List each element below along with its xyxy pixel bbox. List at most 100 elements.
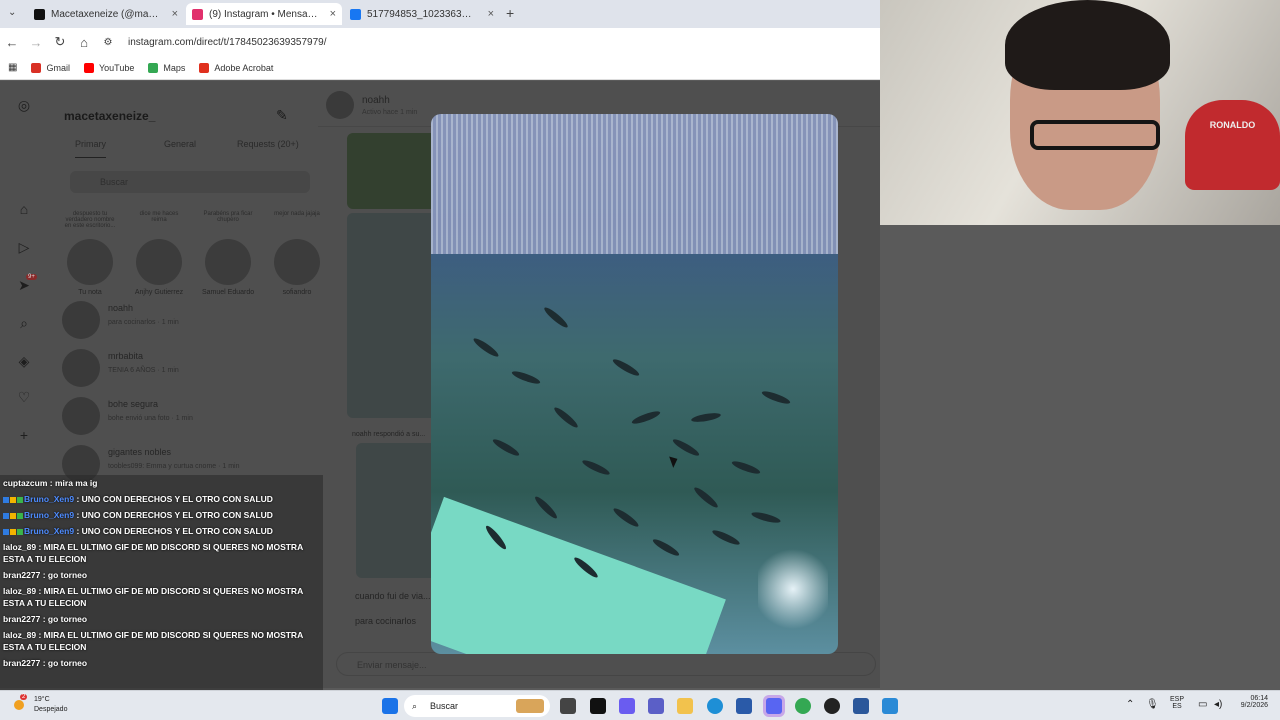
file-explorer-icon[interactable] (677, 698, 693, 714)
clock-time: 06:14 (1250, 695, 1268, 702)
bookmark-item[interactable]: Adobe Acrobat (199, 62, 274, 73)
tab-close-icon[interactable]: × (482, 8, 494, 20)
browser-tab-bar: ⌄ Macetaxeneize (@macetaxenei...×(9) Ins… (0, 0, 880, 28)
chat-message: UNO CON DERECHOS Y EL OTRO CON SALUD (81, 494, 273, 504)
inbox-search-input[interactable]: Buscar (70, 171, 310, 193)
shared-image[interactable] (347, 213, 437, 418)
url-field[interactable]: instagram.com/direct/t/17845023639357979… (128, 37, 326, 48)
search-icon[interactable]: ⌕ (16, 315, 32, 331)
new-tab-button[interactable]: + (506, 5, 514, 21)
note-text: dice me haces reirna (139, 211, 179, 223)
stream-chat-line: laloz_89 : MIRA EL ULTIMO GIF DE MD DISC… (3, 542, 303, 564)
fish (510, 369, 542, 386)
microphone-icon[interactable]: 🎙 (1146, 699, 1159, 710)
discord-icon[interactable] (766, 698, 782, 714)
home-button[interactable]: ⌂ (72, 35, 96, 50)
chat-message: UNO CON DERECHOS Y EL OTRO CON SALUD (81, 526, 273, 536)
note-item[interactable]: dice me haces reirna Anjhy Gutierrez (133, 211, 185, 296)
note-item[interactable]: despuesto tu verdadero nombre en este es… (64, 211, 116, 296)
pool-edge (431, 496, 726, 654)
heart-icon[interactable]: ♡ (16, 389, 32, 405)
note-text: mejor nada jajaja (274, 211, 320, 217)
note-text: despuesto tu verdadero nombre en este es… (64, 211, 116, 229)
app-icon[interactable] (882, 698, 898, 714)
bookmark-item[interactable]: Gmail (31, 62, 70, 73)
tab-close-icon[interactable]: × (324, 8, 336, 20)
tab-close-icon[interactable]: × (166, 8, 178, 20)
note-item[interactable]: Parabéns pra ficar chupero Samuel Eduardo (202, 211, 254, 296)
note-text: Parabéns pra ficar chupero (203, 211, 253, 223)
conversation-item[interactable]: bohe segura bohe envió una foto · 1 min (62, 393, 302, 439)
capcut-icon[interactable] (590, 698, 606, 714)
story-avatar (136, 239, 182, 285)
bookmark-item[interactable]: YouTube (83, 62, 134, 73)
conversation-name: gigantes nobles (108, 447, 172, 457)
bookmark-label: Adobe Acrobat (214, 62, 274, 73)
tab-general[interactable]: General (164, 139, 196, 149)
message-input[interactable]: Enviar mensaje... (336, 652, 876, 676)
chat-badge-icon (3, 496, 9, 503)
note-item[interactable]: mejor nada jajaja sofiandro (271, 211, 323, 296)
shared-image[interactable] (356, 443, 436, 578)
site-info-icon[interactable]: ⚙ (96, 37, 120, 48)
clock-date: 9/2/2026 (1240, 702, 1268, 709)
word-icon[interactable] (853, 698, 869, 714)
network-icon[interactable]: ▭ (1198, 699, 1207, 710)
browser-tab[interactable]: 517794853_1023363785814831... × (344, 3, 500, 25)
story-name: Samuel Eduardo (202, 289, 255, 296)
reels-icon[interactable]: ▷ (16, 239, 32, 255)
windows-start-icon[interactable] (382, 698, 398, 714)
bookmark-item[interactable]: Maps (148, 62, 186, 73)
tray-chevron-icon[interactable]: ⌃ (1126, 699, 1134, 710)
reload-button[interactable]: ↻ (48, 34, 72, 50)
browser-tab[interactable]: Macetaxeneize (@macetaxenei... × (28, 3, 184, 25)
language-indicator[interactable]: ESP ES (1170, 696, 1184, 710)
store-icon[interactable] (736, 698, 752, 714)
story-name: sofiandro (282, 289, 312, 296)
clock[interactable]: 06:14 9/2/2026 (1236, 695, 1268, 709)
red-cap: RONALDO (1185, 100, 1280, 190)
obs-icon[interactable] (824, 698, 840, 714)
back-button[interactable]: ← (0, 35, 24, 50)
apps-icon[interactable]: ▦ (8, 62, 17, 73)
conversation-item[interactable]: mrbabita TENIA 6 AÑOS · 1 min (62, 345, 302, 391)
teams-icon[interactable] (648, 698, 664, 714)
streamer-hair (1005, 0, 1170, 90)
compose-icon[interactable]: ✎ (276, 107, 288, 124)
notification-badge: 9+ (26, 274, 37, 280)
explore-icon[interactable]: ◈ (16, 353, 32, 369)
bookmark-label: Maps (163, 62, 186, 73)
task-view-icon[interactable] (560, 698, 576, 714)
fish (580, 457, 612, 478)
taskbar-search[interactable]: ⌕ Buscar (404, 695, 550, 717)
conversation-item[interactable]: noahh para cocinarlos · 1 min (62, 297, 302, 343)
tab-requests[interactable]: Requests (20+) (237, 139, 299, 149)
fish (690, 411, 722, 424)
chrome-icon[interactable] (795, 698, 811, 714)
tab-primary[interactable]: Primary (75, 139, 106, 158)
weather-badge: 2 (20, 694, 28, 700)
instagram-logo-icon[interactable]: ◎ (16, 97, 32, 113)
fish-tank-photo[interactable] (431, 114, 838, 654)
tab-title: Macetaxeneize (@macetaxenei... (51, 8, 161, 20)
taskbar-search-label: Buscar (430, 701, 459, 711)
fish (611, 506, 641, 529)
copilot-icon[interactable] (619, 698, 635, 714)
story-avatar (205, 239, 251, 285)
edge-icon[interactable] (707, 698, 723, 714)
fish (611, 356, 641, 379)
fish (730, 459, 762, 476)
conversation-avatar (62, 349, 100, 387)
home-icon[interactable]: ⌂ (16, 201, 32, 217)
chat-name[interactable]: noahh (362, 95, 390, 106)
chat-avatar[interactable] (326, 91, 354, 119)
bookmark-icon (148, 62, 159, 73)
browser-tab[interactable]: (9) Instagram • Mensajes × (186, 3, 342, 25)
chat-badge-icon (10, 512, 16, 519)
account-name[interactable]: macetaxeneize_ (64, 109, 155, 123)
tab-search-dropdown[interactable]: ⌄ (8, 7, 16, 18)
shared-image[interactable] (347, 133, 437, 209)
volume-icon[interactable]: ◂) (1214, 699, 1222, 710)
forward-button[interactable]: → (24, 35, 48, 50)
create-icon[interactable]: + (16, 427, 32, 443)
